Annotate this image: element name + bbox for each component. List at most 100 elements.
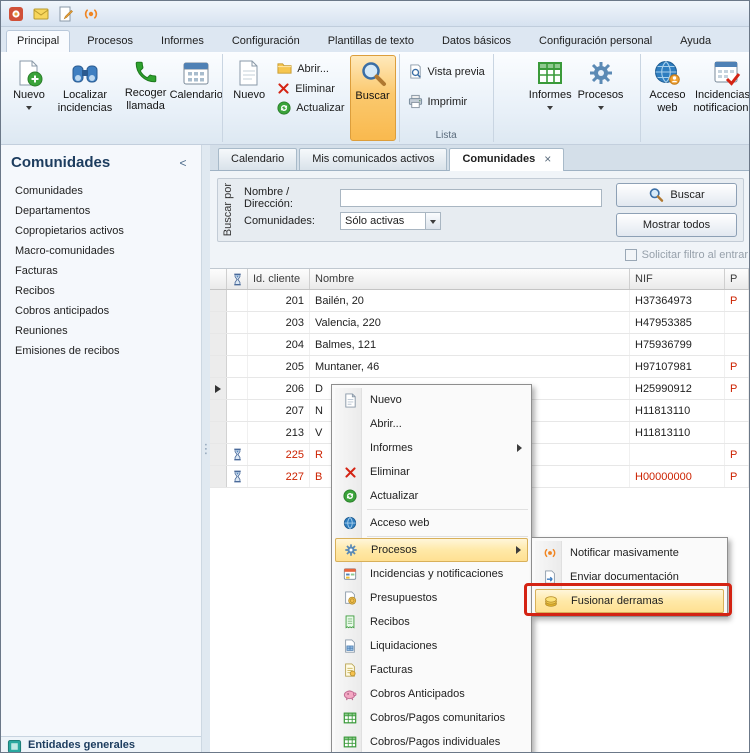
sidebar-item-emisiones-de-recibos[interactable]: Emisiones de recibos <box>1 341 201 361</box>
dropdown-button[interactable] <box>425 213 440 229</box>
tab-calendario[interactable]: Calendario <box>218 148 297 170</box>
submenu-item-enviar-documentacion[interactable]: Enviar documentación <box>535 565 724 589</box>
row-status-cell <box>227 312 248 333</box>
table-row-203[interactable]: 203 Valencia, 220 H47953385 <box>210 312 749 334</box>
ribbon-group-tools: Informes Procesos <box>493 54 641 142</box>
header-nombre[interactable]: Nombre <box>310 269 630 289</box>
new-record-button[interactable]: Nuevo <box>226 55 272 129</box>
locate-incidents-button[interactable]: Localizar incidencias <box>52 55 118 129</box>
sidebar-item-copropietarios-activos[interactable]: Copropietarios activos <box>1 221 201 241</box>
sidebar-item-reuniones[interactable]: Reuniones <box>1 321 201 341</box>
search-label: Buscar <box>355 90 389 103</box>
refresh-icon <box>339 489 361 503</box>
menu-item-actualizar[interactable]: Actualizar <box>335 484 528 508</box>
sidebar-footer-entidades-generales[interactable]: Entidades generales <box>1 736 201 752</box>
menu-item-facturas[interactable]: Facturas <box>335 658 528 682</box>
hourglass-icon <box>227 466 248 487</box>
document-icon <box>235 59 263 87</box>
report-table-icon <box>536 59 564 87</box>
menu-item-eliminar[interactable]: Eliminar <box>335 460 528 484</box>
record-actions-stack: Abrir... Eliminar Actualizar <box>272 55 349 116</box>
ribbon-tab-configuracion-personal[interactable]: Configuración personal <box>528 30 663 52</box>
menu-item-informes[interactable]: Informes <box>335 436 528 460</box>
print-preview-button[interactable]: Vista previa <box>403 63 490 80</box>
header-hourglass-icon[interactable] <box>227 269 248 289</box>
sidebar-collapse-icon[interactable]: < <box>175 156 191 170</box>
ribbon-tab-plantillas[interactable]: Plantillas de texto <box>317 30 425 52</box>
sidebar-splitter[interactable]: ⋮ <box>201 145 210 752</box>
ribbon-tab-configuracion[interactable]: Configuración <box>221 30 311 52</box>
close-tab-icon[interactable]: × <box>544 155 551 164</box>
communities-select[interactable]: Sólo activas <box>340 212 441 230</box>
calendar-button[interactable]: Calendario <box>173 55 219 129</box>
compose-note-icon[interactable] <box>57 5 75 23</box>
ribbon-tab-informes[interactable]: Informes <box>150 30 215 52</box>
header-id-cliente[interactable]: Id. cliente <box>248 269 310 289</box>
menu-item-cobros-anticipados[interactable]: Cobros Anticipados <box>335 682 528 706</box>
menu-item-abrir[interactable]: Abrir... <box>335 412 528 436</box>
menu-item-procesos[interactable]: Procesos <box>335 538 528 562</box>
menu-item-cobros-pagos-comunitarios[interactable]: Cobros/Pagos comunitarios <box>335 706 528 730</box>
refresh-label: Actualizar <box>296 102 344 114</box>
menu-item-acceso-web[interactable]: Acceso web <box>335 511 528 535</box>
menu-item-cobros-pagos-individuales[interactable]: Cobros/Pagos individuales <box>335 730 528 753</box>
menu-item-nuevo[interactable]: Nuevo <box>335 388 528 412</box>
delete-label: Eliminar <box>295 83 335 95</box>
reports-button[interactable]: Informes <box>526 55 575 129</box>
gear-icon <box>587 59 615 87</box>
processes-label: Procesos <box>578 89 624 102</box>
pickup-call-button[interactable]: Recoger llamada <box>118 55 173 129</box>
sidebar-item-cobros-anticipados[interactable]: Cobros anticipados <box>1 301 201 321</box>
mostrar-todos-button[interactable]: Mostrar todos <box>616 213 737 237</box>
table-row-201[interactable]: 201 Bailén, 20 H37364973 P <box>210 290 749 312</box>
sidebar-item-macro-comunidades[interactable]: Macro-comunidades <box>1 241 201 261</box>
send-document-icon <box>539 570 561 584</box>
solicitar-filtro-checkbox[interactable] <box>625 249 637 261</box>
print-button[interactable]: Imprimir <box>403 93 490 110</box>
ribbon-tab-principal[interactable]: Principal <box>6 30 70 52</box>
refresh-button[interactable]: Actualizar <box>272 100 349 116</box>
name-address-input[interactable] <box>340 189 602 207</box>
submenu-item-notificar-masivamente[interactable]: Notificar masivamente <box>535 541 724 565</box>
printer-icon <box>408 94 423 109</box>
menu-item-recibos[interactable]: Recibos <box>335 610 528 634</box>
delete-button[interactable]: Eliminar <box>272 81 349 96</box>
sidebar-item-recibos[interactable]: Recibos <box>1 281 201 301</box>
tab-calendario-label: Calendario <box>231 153 284 165</box>
app-icon[interactable] <box>7 5 25 23</box>
header-p[interactable]: P <box>725 269 749 289</box>
ribbon-tab-datos-basicos[interactable]: Datos básicos <box>431 30 522 52</box>
ribbon-tab-procesos[interactable]: Procesos <box>76 30 144 52</box>
mostrar-todos-label: Mostrar todos <box>643 219 710 231</box>
incidents-notifications-button[interactable]: Incidencias y notificaciones <box>690 55 750 129</box>
table-icon <box>339 735 361 749</box>
print-preview-label: Vista previa <box>428 66 485 78</box>
table-row-205[interactable]: 205 Muntaner, 46 H97107981 P <box>210 356 749 378</box>
sidebar-item-comunidades[interactable]: Comunidades <box>1 181 201 201</box>
ribbon-group-record: Nuevo Abrir... Eliminar Actualizar Bus <box>222 54 398 142</box>
menu-item-incidencias-y-notificaciones[interactable]: Incidencias y notificaciones <box>335 562 528 586</box>
ribbon-tab-ayuda[interactable]: Ayuda <box>669 30 722 52</box>
sidebar-item-departamentos[interactable]: Departamentos <box>1 201 201 221</box>
submenu-item-fusionar-derramas[interactable]: Fusionar derramas <box>535 589 724 613</box>
open-button[interactable]: Abrir... <box>272 60 349 77</box>
locate-incidents-label: Localizar incidencias <box>55 89 115 114</box>
menu-item-presupuestos[interactable]: Presupuestos <box>335 586 528 610</box>
search-button-ribbon[interactable]: Buscar <box>350 55 396 141</box>
row-status-cell <box>227 334 248 355</box>
buscar-button[interactable]: Buscar <box>616 183 737 207</box>
sidebar-item-facturas[interactable]: Facturas <box>1 261 201 281</box>
tab-comunidades[interactable]: Comunidades × <box>449 148 564 171</box>
table-row-204[interactable]: 204 Balmes, 121 H75936799 <box>210 334 749 356</box>
broadcast-icon[interactable] <box>82 5 100 23</box>
processes-button[interactable]: Procesos <box>575 55 627 129</box>
mail-icon[interactable] <box>32 5 50 23</box>
tab-mis-comunicados-activos[interactable]: Mis comunicados activos <box>299 148 447 170</box>
menu-item-liquidaciones[interactable]: Liquidaciones <box>335 634 528 658</box>
cell-nombre: Bailén, 20 <box>310 290 630 311</box>
new-record-label: Nuevo <box>233 89 265 102</box>
new-split-button[interactable]: Nuevo <box>6 55 52 129</box>
header-nif[interactable]: NIF <box>630 269 725 289</box>
cell-p: P <box>725 356 749 377</box>
web-access-button[interactable]: Acceso web <box>644 55 690 129</box>
